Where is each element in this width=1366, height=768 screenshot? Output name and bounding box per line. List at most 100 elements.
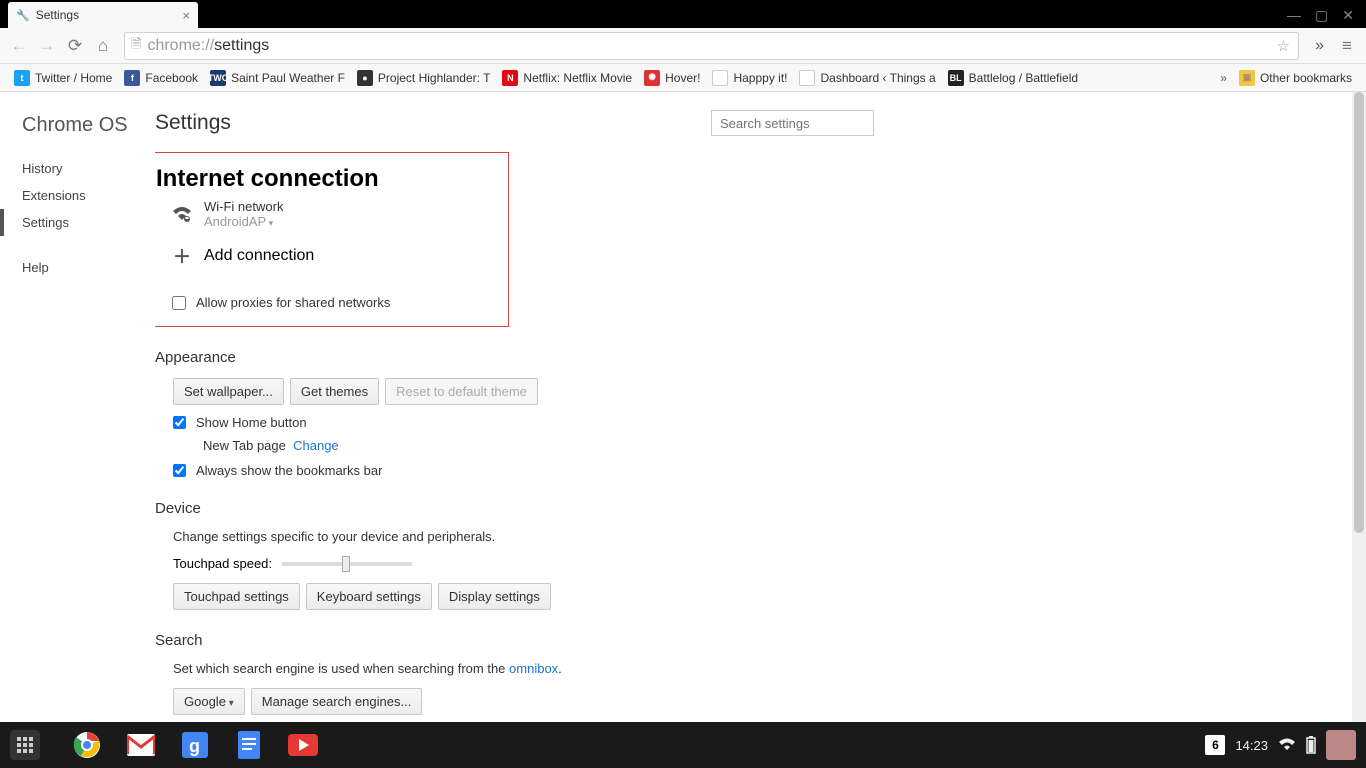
scrollbar[interactable] xyxy=(1352,92,1366,722)
bookmark-item[interactable]: t Twitter / Home xyxy=(8,70,118,86)
notification-badge[interactable]: 6 xyxy=(1205,735,1225,755)
sidebar-item-settings[interactable]: Settings xyxy=(0,209,155,236)
other-bookmarks[interactable]: ▣ Other bookmarks xyxy=(1233,70,1358,86)
sidebar-item-extensions[interactable]: Extensions xyxy=(0,182,155,209)
youtube-icon[interactable] xyxy=(286,728,320,762)
keyboard-settings-button[interactable]: Keyboard settings xyxy=(306,583,432,610)
bookmark-label: Netflix: Netflix Movie xyxy=(523,71,632,85)
wifi-network-row[interactable]: Wi-Fi network AndroidAP xyxy=(155,193,496,233)
minimize-icon[interactable]: — xyxy=(1287,7,1301,24)
home-icon[interactable]: ⌂ xyxy=(92,36,114,56)
bookmark-label: Dashboard ‹ Things a xyxy=(820,71,935,85)
wifi-status-icon[interactable] xyxy=(1278,738,1296,752)
chrome-icon[interactable] xyxy=(70,728,104,762)
bookmark-favicon: f xyxy=(124,70,140,86)
google-search-icon[interactable]: g xyxy=(178,728,212,762)
folder-icon: ▣ xyxy=(1239,70,1255,86)
wifi-name: AndroidAP xyxy=(204,214,283,229)
wifi-title: Wi-Fi network xyxy=(204,199,283,214)
page-title: Settings xyxy=(155,111,231,135)
add-connection-button[interactable]: ＋ Add connection xyxy=(155,233,496,273)
display-settings-button[interactable]: Display settings xyxy=(438,583,551,610)
appearance-heading: Appearance xyxy=(155,349,875,366)
search-engine-dropdown[interactable]: Google xyxy=(173,688,245,715)
set-wallpaper-button[interactable]: Set wallpaper... xyxy=(173,378,284,405)
touchpad-speed-label: Touchpad speed: xyxy=(173,556,272,571)
allow-proxies-label: Allow proxies for shared networks xyxy=(196,295,390,310)
tab-title: Settings xyxy=(36,8,79,22)
window-close-icon[interactable]: ✕ xyxy=(1342,7,1354,24)
bookmark-item[interactable]: Dashboard ‹ Things a xyxy=(793,70,941,86)
page-icon: 🗎 xyxy=(131,35,141,57)
close-icon[interactable]: × xyxy=(182,8,190,23)
show-bookmarks-label: Always show the bookmarks bar xyxy=(196,463,382,478)
bookmark-item[interactable]: TWC Saint Paul Weather F xyxy=(204,70,351,86)
other-bookmarks-label: Other bookmarks xyxy=(1260,71,1352,85)
shelf: g 6 14:23 xyxy=(0,722,1366,768)
manage-search-engines-button[interactable]: Manage search engines... xyxy=(251,688,423,715)
show-bookmarks-checkbox[interactable] xyxy=(173,464,186,477)
wifi-icon xyxy=(172,206,192,222)
brand-title: Chrome OS xyxy=(0,110,155,155)
svg-text:g: g xyxy=(189,736,200,756)
forward-icon[interactable]: → xyxy=(36,36,58,56)
browser-tab[interactable]: 🔧 Settings × xyxy=(8,2,198,28)
sidebar-item-help[interactable]: Help xyxy=(0,254,155,281)
search-desc: Set which search engine is used when sea… xyxy=(173,661,509,676)
plus-icon: ＋ xyxy=(172,243,192,269)
show-home-label: Show Home button xyxy=(196,415,307,430)
bookmark-item[interactable]: BLBattlelog / Battlefield xyxy=(942,70,1084,86)
app-launcher-icon[interactable] xyxy=(10,730,40,760)
bookmark-label: Facebook xyxy=(145,71,198,85)
device-heading: Device xyxy=(155,500,875,517)
battery-icon[interactable] xyxy=(1306,736,1316,754)
wrench-icon: 🔧 xyxy=(16,9,30,22)
bookmark-item[interactable]: ✺Hover! xyxy=(638,70,706,86)
device-desc: Change settings specific to your device … xyxy=(173,529,875,544)
docs-icon[interactable] xyxy=(232,728,266,762)
bookmark-label: Hover! xyxy=(665,71,700,85)
internet-heading: Internet connection xyxy=(156,165,496,193)
bookmark-favicon: TWC xyxy=(210,70,226,86)
bookmark-item[interactable]: ●Project Highlander: T xyxy=(351,70,497,86)
reload-icon[interactable]: ⟳ xyxy=(64,36,86,56)
user-avatar[interactable] xyxy=(1326,730,1356,760)
get-themes-button[interactable]: Get themes xyxy=(290,378,379,405)
sidebar-item-history[interactable]: History xyxy=(0,155,155,182)
url-path: settings xyxy=(214,37,269,55)
clock[interactable]: 14:23 xyxy=(1235,738,1268,753)
bookmark-item[interactable]: f Facebook xyxy=(118,70,204,86)
bookmark-label: Battlelog / Battlefield xyxy=(969,71,1078,85)
search-settings-input[interactable] xyxy=(711,110,874,136)
star-icon[interactable]: ☆ xyxy=(1277,37,1290,55)
new-tab-label: New Tab page xyxy=(203,438,286,453)
bookmarks-overflow-icon[interactable]: » xyxy=(1214,71,1233,85)
bookmarks-bar: t Twitter / Home f Facebook TWC Saint Paul We… xyxy=(0,64,1366,92)
overflow-icon[interactable]: » xyxy=(1309,37,1330,55)
reset-theme-button: Reset to default theme xyxy=(385,378,538,405)
omnibox[interactable]: 🗎 chrome://settings ☆ xyxy=(124,32,1299,60)
add-connection-label: Add connection xyxy=(204,247,314,265)
bookmark-label: Twitter / Home xyxy=(35,71,112,85)
bookmark-label: Happpy it! xyxy=(733,71,787,85)
bookmark-label: Saint Paul Weather F xyxy=(231,71,345,85)
bookmark-favicon xyxy=(799,70,815,86)
maximize-icon[interactable]: ▢ xyxy=(1315,7,1328,24)
touchpad-settings-button[interactable]: Touchpad settings xyxy=(173,583,300,610)
bookmark-favicon xyxy=(712,70,728,86)
back-icon[interactable]: ← xyxy=(8,36,30,56)
url-protocol: chrome:// xyxy=(147,37,214,55)
bookmark-item[interactable]: N Netflix: Netflix Movie xyxy=(496,70,638,86)
allow-proxies-checkbox[interactable] xyxy=(172,296,186,310)
omnibox-link[interactable]: omnibox xyxy=(509,661,558,676)
bookmark-item[interactable]: Happpy it! xyxy=(706,70,793,86)
bookmark-favicon: t xyxy=(14,70,30,86)
change-link[interactable]: Change xyxy=(293,438,339,453)
browser-toolbar: ← → ⟳ ⌂ 🗎 chrome://settings ☆ » ≡ xyxy=(0,28,1366,64)
menu-icon[interactable]: ≡ xyxy=(1336,36,1358,56)
show-home-checkbox[interactable] xyxy=(173,416,186,429)
gmail-icon[interactable] xyxy=(124,728,158,762)
bookmark-favicon: ● xyxy=(357,70,373,86)
bookmark-favicon: N xyxy=(502,70,518,86)
touchpad-speed-slider[interactable] xyxy=(282,562,412,566)
